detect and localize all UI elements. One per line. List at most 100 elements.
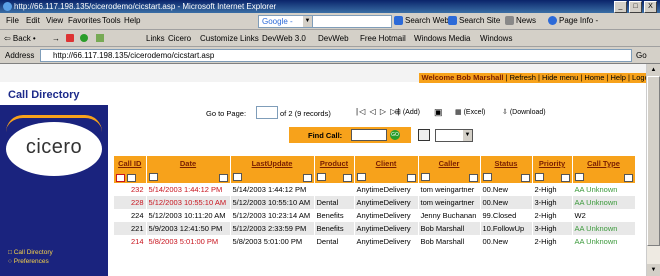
download-button[interactable]: ⇩ (Download): [502, 108, 546, 116]
welcome-links[interactable]: | Refresh | Hide menu | Home | Help | Lo…: [506, 73, 655, 82]
excel-export-button[interactable]: ▦ (Excel): [455, 108, 485, 116]
link-windows[interactable]: Windows: [480, 34, 512, 43]
filter-icon[interactable]: [116, 173, 125, 182]
column-header-status[interactable]: Status: [480, 156, 533, 171]
google-search-input[interactable]: [312, 15, 392, 28]
find-go-button[interactable]: GO: [390, 130, 400, 140]
find-call-input[interactable]: [351, 129, 387, 141]
filter-icon[interactable]: [574, 173, 584, 182]
column-header-call-type[interactable]: Call Type: [572, 156, 636, 171]
close-button[interactable]: X: [644, 1, 657, 13]
news-label: News: [516, 16, 537, 25]
lookup-icon[interactable]: [342, 174, 352, 182]
link-customize-links[interactable]: Customize Links: [200, 34, 259, 43]
home-icon[interactable]: [96, 34, 104, 42]
filter-icon[interactable]: [420, 173, 430, 182]
google-toolbar-button[interactable]: Google - ▼: [258, 15, 313, 28]
goto-page-label: Go to Page:: [206, 109, 247, 118]
cell-status: 99.Closed: [480, 209, 533, 222]
menu-file[interactable]: File: [6, 16, 19, 25]
scroll-thumb[interactable]: [647, 76, 660, 246]
filter-icon[interactable]: [148, 173, 158, 182]
link-cicero[interactable]: Cicero: [168, 34, 191, 43]
minimize-button[interactable]: _: [614, 1, 627, 13]
column-header-client[interactable]: Client: [354, 156, 419, 171]
scroll-up-icon[interactable]: ▲: [647, 64, 660, 76]
cell-call-id[interactable]: 232: [114, 183, 147, 196]
table-row[interactable]: 221 5/9/2003 12:41:50 PM 5/12/2003 2:33:…: [114, 222, 636, 235]
filter-cell: [114, 171, 147, 183]
maximize-button[interactable]: □: [629, 1, 642, 13]
download-label: (Download): [509, 109, 546, 116]
pager-arrows[interactable]: |◁ ◁ ▷ ▷|: [356, 107, 400, 116]
column-header-caller[interactable]: Caller: [418, 156, 481, 171]
address-url: http://66.117.198.135/cicerodemo/cicstar…: [53, 51, 215, 60]
filter-row: [114, 171, 636, 183]
menu-edit[interactable]: Edit: [26, 16, 40, 25]
menu-tools[interactable]: Tools: [102, 16, 121, 25]
lookup-icon[interactable]: [406, 174, 416, 182]
calendar-icon[interactable]: [218, 174, 228, 182]
link-devweb-3[interactable]: DevWeb 3.0: [262, 34, 306, 43]
add-call-button[interactable]: ⊞ (Add): [395, 108, 420, 116]
lookup-icon[interactable]: [623, 174, 633, 182]
table-row[interactable]: 228 5/12/2003 10:55:10 AM 5/12/2003 10:5…: [114, 196, 636, 209]
cell-call-id[interactable]: 214: [114, 235, 147, 248]
menu-favorites[interactable]: Favorites: [68, 16, 101, 25]
sidebar-item-preferences[interactable]: ○ Preferences: [8, 257, 53, 266]
google-label: Google -: [262, 17, 293, 26]
column-header-lastupdate[interactable]: LastUpdate: [230, 156, 315, 171]
column-header-priority[interactable]: Priority: [532, 156, 573, 171]
menu-view[interactable]: View: [46, 16, 63, 25]
clipboard-icon[interactable]: [418, 129, 430, 141]
info-icon: [548, 16, 557, 25]
back-button[interactable]: ⇦ Back •: [4, 34, 36, 43]
filter-icon[interactable]: [482, 173, 492, 182]
filter-icon[interactable]: [316, 173, 326, 182]
menu-help[interactable]: Help: [124, 16, 140, 25]
refresh-icon[interactable]: [80, 34, 88, 42]
forward-arrow-icon[interactable]: →: [52, 34, 60, 43]
filter-icon[interactable]: [356, 173, 366, 182]
stop-icon[interactable]: [66, 34, 74, 42]
welcome-bar: Welcome Bob Marshall | Refresh | Hide me…: [418, 73, 658, 83]
search-site-button[interactable]: Search Site: [448, 16, 500, 25]
scroll-down-icon[interactable]: ▼: [647, 264, 660, 276]
search-web-button[interactable]: Search Web: [394, 16, 449, 25]
filter-icon[interactable]: [127, 173, 137, 182]
links-bar: ⇦ Back • → Links Cicero Customize Links …: [0, 30, 660, 47]
cell-priority: 3-High: [532, 196, 573, 209]
cell-status: 10.FollowUp: [480, 222, 533, 235]
column-header-date[interactable]: Date: [146, 156, 231, 171]
cell-product: [314, 183, 355, 196]
column-header-call-id[interactable]: Call ID: [114, 156, 147, 171]
go-button[interactable]: Go: [636, 51, 647, 60]
table-row[interactable]: 224 5/12/2003 10:11:20 AM 5/12/2003 10:2…: [114, 209, 636, 222]
link-windows-media[interactable]: Windows Media: [414, 34, 470, 43]
lookup-icon[interactable]: [468, 174, 478, 182]
calendar-icon[interactable]: [302, 174, 312, 182]
filter-cell: [146, 171, 231, 183]
print-icon[interactable]: ▣: [434, 107, 443, 118]
cell-product: Benefits: [314, 222, 355, 235]
table-row[interactable]: 214 5/8/2003 5:01:00 PM 5/8/2003 5:01:00…: [114, 235, 636, 248]
cell-call-id[interactable]: 224: [114, 209, 147, 222]
table-row[interactable]: 232 5/14/2003 1:44:12 PM 5/14/2003 1:44:…: [114, 183, 636, 196]
link-devweb[interactable]: DevWeb: [318, 34, 349, 43]
cell-priority: 2-High: [532, 235, 573, 248]
lookup-icon[interactable]: [520, 174, 530, 182]
filter-icon[interactable]: [232, 173, 242, 182]
lookup-icon[interactable]: [560, 174, 570, 182]
column-header-product[interactable]: Product: [314, 156, 355, 171]
page-info-button[interactable]: Page Info -: [548, 16, 598, 25]
filter-icon[interactable]: [534, 173, 544, 182]
link-free-hotmail[interactable]: Free Hotmail: [360, 34, 406, 43]
address-input[interactable]: http://66.117.198.135/cicerodemo/cicstar…: [40, 49, 632, 62]
find-field-select[interactable]: ▼: [435, 129, 473, 142]
sidebar-item-call-directory[interactable]: □ Call Directory: [8, 248, 53, 257]
goto-page-input[interactable]: [256, 106, 278, 119]
cell-call-id[interactable]: 221: [114, 222, 147, 235]
vertical-scrollbar[interactable]: ▲ ▼: [646, 64, 660, 276]
news-button[interactable]: News: [505, 16, 536, 25]
cell-call-id[interactable]: 228: [114, 196, 147, 209]
